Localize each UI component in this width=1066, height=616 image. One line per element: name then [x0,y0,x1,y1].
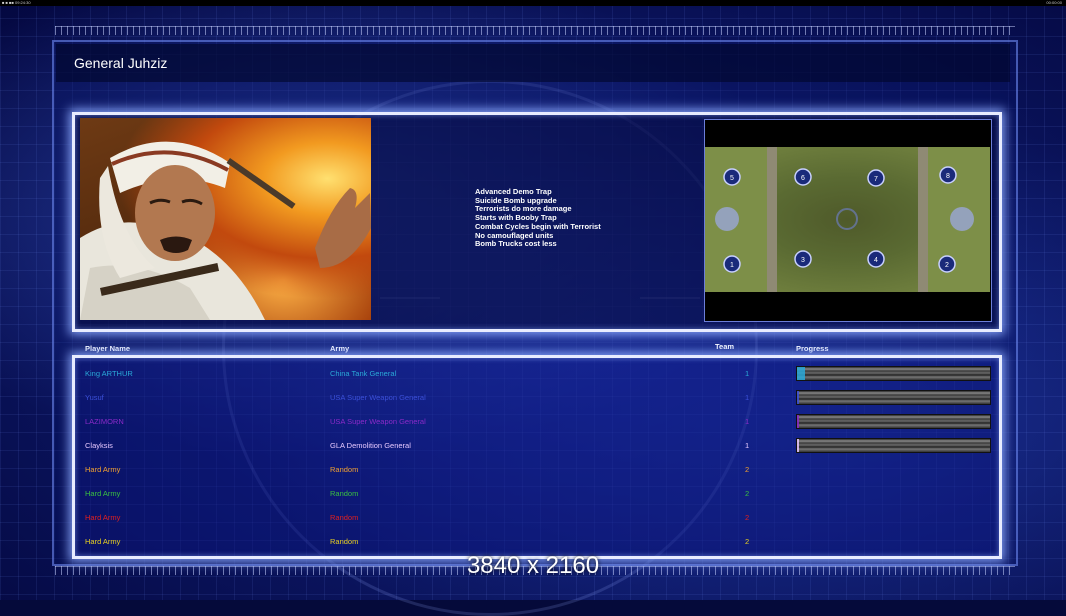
player-name: Yusuf [85,393,104,402]
start-marker: 2 [938,255,956,273]
player-army: Random [330,465,359,474]
svg-text:8: 8 [946,173,950,180]
header-bar [56,44,1010,82]
player-list-panel [72,355,1002,559]
status-bar-left: ■ ■ ■■ 09:24:30 [2,0,31,5]
start-marker: 8 [939,166,957,184]
loading-progress-fill [797,367,805,380]
player-army: Random [330,489,359,498]
player-team: 1 [745,369,750,378]
loading-progress-fill [797,415,799,428]
player-team: 2 [745,513,750,522]
loading-progress-fill [797,439,799,452]
player-team: 1 [745,417,750,426]
player-name: Hard Army [85,537,121,546]
loading-progress-bar [796,438,991,453]
player-name: Hard Army [85,513,121,522]
player-army: Random [330,537,359,546]
svg-text:1: 1 [730,262,734,269]
column-header-player-name: Player Name [85,344,131,353]
start-marker: 6 [794,168,812,186]
player-name: LAZIMORN [85,417,124,426]
svg-text:4: 4 [874,257,878,264]
player-team: 1 [745,441,750,450]
player-name: King ARTHUR [85,369,133,378]
status-bar: ■ ■ ■■ 09:24:30 00:00:00 [0,0,1066,6]
start-marker: 1 [723,255,741,273]
svg-text:3: 3 [801,257,805,264]
player-army: USA Super Weapon General [330,417,426,426]
player-team: 2 [745,465,750,474]
svg-text:2: 2 [945,262,949,269]
player-name: Hard Army [85,489,121,498]
page-title: General Juhziz [74,55,168,71]
player-team: 1 [745,393,750,402]
column-header-progress: Progress [796,344,829,353]
loading-progress-fill [797,391,799,404]
loading-progress-bar [796,366,991,381]
player-army: China Tank General [330,369,397,378]
svg-text:5: 5 [730,175,734,182]
player-team: 2 [745,489,750,498]
player-name: Hard Army [85,465,121,474]
resolution-watermark: 3840 x 2160 [466,552,600,579]
general-traits-list: Advanced Demo Trap Suicide Bomb upgrade … [475,187,601,249]
player-name: Clayksis [85,441,113,450]
start-marker: 7 [867,169,885,187]
player-team: 2 [745,537,750,546]
svg-text:6: 6 [801,175,805,182]
start-marker: 4 [867,250,885,268]
player-army: GLA Demolition General [330,441,411,450]
general-portrait [80,118,371,320]
player-army: Random [330,513,359,522]
column-header-army: Army [330,344,350,353]
svg-text:7: 7 [874,176,878,183]
top-ruler [55,26,1015,35]
trait-item: Bomb Trucks cost less [475,239,557,249]
loading-progress-bar [796,390,991,405]
start-marker: 5 [723,168,741,186]
player-army: USA Super Weapon General [330,393,426,402]
status-bar-clock: 00:00:00 [1046,0,1062,5]
loading-progress-bar [796,414,991,429]
column-header-team: Team [715,342,735,351]
start-marker: 3 [794,250,812,268]
minimap-terrain: 1 2 3 4 5 6 7 8 [705,147,990,292]
